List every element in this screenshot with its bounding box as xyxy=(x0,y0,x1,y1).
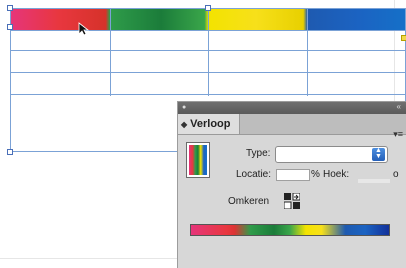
table-column-divider xyxy=(110,8,111,96)
panel-titlebar[interactable]: ● « xyxy=(178,102,406,114)
panel-close-icon[interactable]: ● xyxy=(182,104,186,111)
gradient-panel: ● « ◆ Verloop ▾≡ Type: ▲ ▼ Locatie: % Hoe… xyxy=(177,101,406,268)
panel-menu-icon[interactable]: ▾≡ xyxy=(393,129,403,140)
location-label: Locatie: xyxy=(236,169,272,180)
selection-handle[interactable] xyxy=(205,5,211,11)
selection-handle[interactable] xyxy=(7,149,13,155)
table-column-divider xyxy=(208,8,209,96)
angle-input[interactable] xyxy=(358,179,390,183)
selection-handle[interactable] xyxy=(7,24,13,30)
updown-arrows-icon: ▲ ▼ xyxy=(372,147,385,161)
overflow-handle[interactable] xyxy=(401,35,406,41)
location-unit: % xyxy=(311,169,320,180)
panel-collapse-icon[interactable]: « xyxy=(397,102,401,111)
gradient-ramp-bar[interactable] xyxy=(190,224,390,236)
gradient-swatch[interactable] xyxy=(186,142,210,178)
collapse-triangle-icon[interactable]: ◆ xyxy=(181,120,187,129)
type-select[interactable]: ▲ ▼ xyxy=(275,146,388,163)
reverse-label: Omkeren xyxy=(228,196,270,207)
angle-unit: o xyxy=(393,169,399,180)
type-label: Type: xyxy=(246,148,271,159)
tab-label: Verloop xyxy=(190,118,231,130)
reverse-gradient-icon[interactable] xyxy=(284,193,300,209)
location-input[interactable] xyxy=(276,169,310,181)
angle-label: Hoek: xyxy=(323,169,350,180)
panel-tab-strip: ◆ Verloop ▾≡ xyxy=(178,114,406,139)
gradient-swatch-preview xyxy=(189,145,207,175)
arrow-cursor-icon xyxy=(78,22,90,36)
table-column-divider xyxy=(307,8,308,96)
selection-handle[interactable] xyxy=(7,5,13,11)
tab-verloop[interactable]: ◆ Verloop xyxy=(178,114,240,134)
